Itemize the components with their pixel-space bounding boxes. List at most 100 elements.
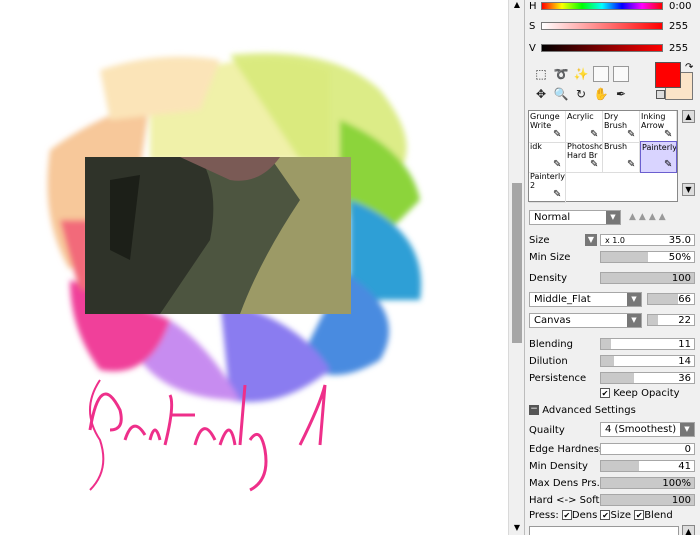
- texture-dropdown[interactable]: Canvas ▼: [529, 313, 642, 328]
- texture-value: Canvas: [534, 315, 571, 326]
- dilution-slider[interactable]: 14: [600, 355, 695, 367]
- edge-hardness-slider[interactable]: 0: [600, 443, 695, 455]
- edge-hardness-label: Edge Hardness: [529, 444, 605, 455]
- edge-hardness-value: 0: [684, 444, 691, 455]
- value-slider-row[interactable]: V 255: [529, 42, 688, 54]
- canvas-scrollbar[interactable]: ▲ ▼: [508, 0, 524, 535]
- max-dens-prs-slider[interactable]: 100%: [600, 477, 695, 489]
- press-size-label: Size: [610, 510, 631, 521]
- rect-select-icon[interactable]: ⬚: [533, 66, 549, 82]
- brush-pen-icon: ✎: [627, 159, 636, 170]
- press-dens-checkbox[interactable]: ✔: [561, 510, 572, 520]
- chevron-down-icon: ▼: [627, 314, 641, 327]
- move-icon[interactable]: ✥: [533, 86, 549, 102]
- saturation-slider[interactable]: [541, 22, 663, 30]
- scroll-thumb[interactable]: [512, 183, 522, 343]
- empty-tool-slot[interactable]: [613, 66, 629, 82]
- brush-pen-icon: ✎: [553, 189, 562, 200]
- brush-shape-icons[interactable]: ▲▲▲▲: [629, 212, 699, 222]
- hue-slider-row[interactable]: H 0:00: [529, 0, 691, 12]
- size-minus-button[interactable]: ▼: [585, 234, 597, 246]
- brush-preset[interactable]: Grunge Write ✎: [529, 111, 566, 143]
- magic-wand-icon[interactable]: ✨: [573, 66, 589, 82]
- brush-preset[interactable]: Painterly 2 ✎: [529, 171, 566, 203]
- size-label: Size: [529, 235, 550, 246]
- value-slider[interactable]: [541, 44, 663, 52]
- keep-opacity-toggle[interactable]: ✔ Keep Opacity: [600, 388, 680, 399]
- density-label: Density: [529, 273, 568, 284]
- blend-mode-value: Normal: [534, 212, 571, 223]
- size-multiplier: x 1.0: [605, 236, 625, 245]
- shape-strength-slider[interactable]: 66: [647, 293, 695, 305]
- empty-tool-slot[interactable]: [593, 66, 609, 82]
- density-slider[interactable]: 100: [600, 272, 695, 284]
- hue-value: 0:00: [669, 0, 692, 12]
- brush-pen-icon: ✎: [664, 129, 673, 140]
- hard-soft-label: Hard <-> Soft: [529, 495, 600, 506]
- brush-preset[interactable]: Acrylic ✎: [566, 111, 603, 143]
- value-value: 255: [669, 42, 689, 54]
- saturation-slider-row[interactable]: S 255: [529, 20, 688, 32]
- brush-pen-icon: ✎: [553, 159, 562, 170]
- lasso-icon[interactable]: ➰: [553, 66, 569, 82]
- preset-scroll-up[interactable]: ▲: [682, 525, 695, 535]
- blending-label: Blending: [529, 339, 573, 350]
- zoom-icon[interactable]: 🔍: [553, 86, 569, 102]
- min-density-slider[interactable]: 41: [600, 460, 695, 472]
- size-slider[interactable]: x 1.0 35.0: [600, 234, 695, 246]
- brush-shape-value: Middle_Flat: [534, 294, 591, 305]
- keep-opacity-checkbox[interactable]: ✔: [600, 388, 610, 398]
- min-size-slider[interactable]: 50%: [600, 251, 695, 263]
- press-label: Press:: [529, 510, 559, 521]
- hue-label: H: [529, 0, 537, 12]
- collapse-icon[interactable]: −: [529, 405, 539, 415]
- brush-preset[interactable]: Inking Arrow ✎: [640, 111, 677, 143]
- brush-pen-icon: ✎: [553, 129, 562, 140]
- eyedropper-icon[interactable]: ✒: [613, 86, 629, 102]
- blend-mode-dropdown[interactable]: Normal ▼: [529, 210, 621, 225]
- persistence-value: 36: [678, 373, 691, 384]
- brush-preset-label: Inking Arrow: [641, 112, 666, 130]
- brush-pen-icon: ✎: [590, 129, 599, 140]
- brush-preset-label: Painterly: [642, 143, 677, 152]
- brush-preset[interactable]: Photoshop Hard Br✎: [566, 141, 603, 173]
- min-size-value: 50%: [668, 252, 691, 263]
- brush-preset[interactable]: idk ✎: [529, 141, 566, 173]
- hand-icon[interactable]: ✋: [593, 86, 609, 102]
- blending-slider[interactable]: 11: [600, 338, 695, 350]
- dilution-label: Dilution: [529, 356, 568, 367]
- brush-scroll-down[interactable]: ▼: [682, 183, 695, 196]
- hard-soft-value: 100: [671, 495, 691, 506]
- brush-shape-dropdown[interactable]: Middle_Flat ▼: [529, 292, 642, 307]
- brush-preset[interactable]: Dry Brush ✎: [603, 111, 640, 143]
- dilution-value: 14: [678, 356, 691, 367]
- press-size-checkbox[interactable]: ✔: [600, 510, 611, 520]
- brush-preset[interactable]: Painterly ✎: [640, 141, 677, 173]
- scroll-down-arrow[interactable]: ▼: [511, 523, 523, 535]
- brush-palette: Grunge Write ✎ Acrylic ✎ Dry Brush ✎ Inking Ar…: [528, 110, 678, 203]
- scroll-up-arrow[interactable]: ▲: [511, 0, 523, 12]
- press-options: Press: ✔ Dens ✔ Size ✔ Blend: [529, 510, 673, 521]
- brush-pen-icon: ✎: [627, 129, 636, 140]
- advanced-settings-toggle[interactable]: − Advanced Settings: [529, 405, 636, 416]
- drawing-canvas[interactable]: [0, 0, 508, 535]
- brush-preset[interactable]: Brush ✎: [603, 141, 640, 173]
- saturation-label: S: [529, 20, 536, 32]
- quality-dropdown[interactable]: 4 (Smoothest) ▼: [600, 422, 695, 437]
- reset-colors-icon[interactable]: [656, 90, 665, 99]
- rotate-icon[interactable]: ↻: [573, 86, 589, 102]
- hard-soft-slider[interactable]: 100: [600, 494, 695, 506]
- texture-strength-value: 22: [678, 315, 691, 326]
- chevron-down-icon: ▼: [680, 423, 694, 436]
- brush-scroll-up[interactable]: ▲: [682, 110, 695, 123]
- max-dens-prs-label: Max Dens Prs.: [529, 478, 600, 489]
- persistence-slider[interactable]: 36: [600, 372, 695, 384]
- primary-color-swatch[interactable]: [655, 62, 681, 88]
- hue-slider[interactable]: [541, 2, 663, 10]
- keep-opacity-label: Keep Opacity: [613, 388, 680, 399]
- texture-strength-slider[interactable]: 22: [647, 314, 695, 326]
- preset-bar[interactable]: [529, 526, 679, 535]
- persistence-label: Persistence: [529, 373, 587, 384]
- swap-colors-icon[interactable]: ↷: [685, 62, 693, 73]
- press-blend-checkbox[interactable]: ✔: [634, 510, 645, 520]
